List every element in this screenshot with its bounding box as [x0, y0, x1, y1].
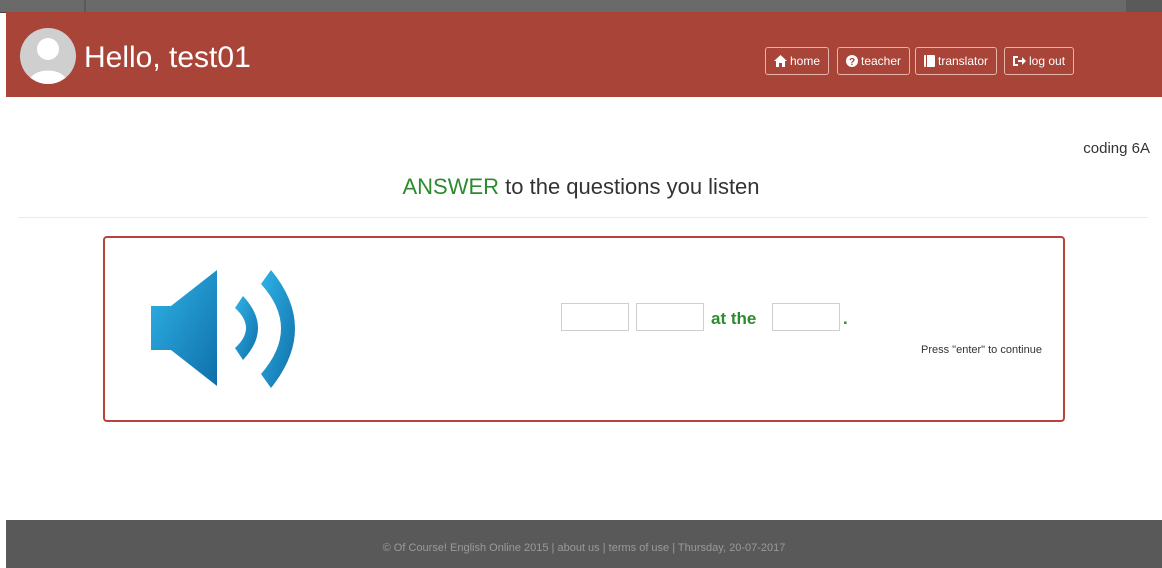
class-label: coding 6A: [1083, 140, 1150, 157]
sentence-connector: at the: [711, 309, 757, 328]
book-icon: [924, 55, 935, 67]
user-avatar-icon[interactable]: [20, 28, 76, 84]
page-footer: © Of Course! English Online 2015 | about…: [6, 520, 1162, 568]
answer-blank-1[interactable]: [561, 303, 629, 331]
greeting-title: Hello, test01: [84, 41, 251, 74]
answer-blank-3[interactable]: [772, 303, 840, 331]
nav-teacher-button[interactable]: ? teacher: [837, 47, 911, 75]
top-strip-segment: [86, 0, 1126, 12]
nav-logout-label: log out: [1029, 54, 1066, 68]
question-circle-icon: ?: [846, 55, 858, 68]
sentence-end: .: [843, 309, 848, 328]
top-strip-segment: [0, 0, 84, 12]
nav-translator-button[interactable]: translator: [915, 47, 998, 75]
nav-home-label: home: [790, 54, 821, 68]
answer-blank-2[interactable]: [636, 303, 704, 331]
app-header: Hello, test01 home ? teacher translator …: [6, 12, 1162, 97]
speaker-audio-icon[interactable]: [149, 266, 305, 390]
nav-translator-label: translator: [938, 54, 989, 68]
heading-rest: to the questions you listen: [499, 174, 760, 199]
nav-home-button[interactable]: home: [765, 47, 830, 75]
sign-out-icon: [1013, 56, 1026, 66]
page-heading: ANSWER to the questions you listen: [0, 174, 1162, 200]
nav-logout-button[interactable]: log out: [1004, 47, 1075, 75]
footer-text: © Of Course! English Online 2015 | about…: [382, 542, 786, 554]
continue-hint: Press "enter" to continue: [921, 344, 1042, 356]
section-divider: [18, 217, 1148, 218]
heading-highlight: ANSWER: [402, 174, 500, 199]
svg-text:?: ?: [849, 57, 855, 67]
nav-teacher-label: teacher: [861, 54, 902, 68]
home-icon: [774, 55, 787, 67]
